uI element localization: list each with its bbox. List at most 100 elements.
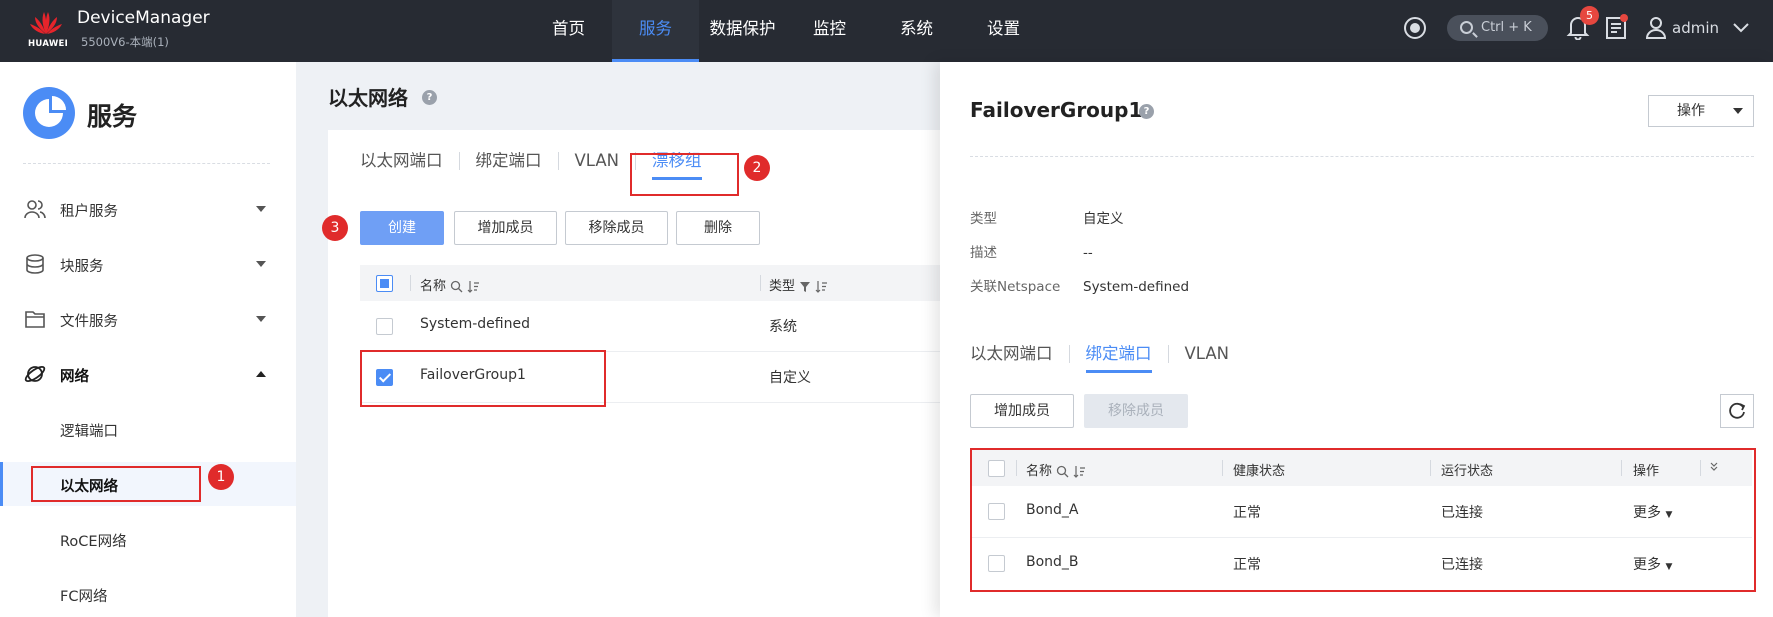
caret-down-icon: [256, 316, 266, 322]
delete-button[interactable]: 删除: [676, 211, 760, 245]
search-icon[interactable]: [450, 280, 463, 293]
smart-assistant-icon[interactable]: [1404, 17, 1426, 39]
caret-up-icon: [256, 371, 266, 377]
sidebar-item-block[interactable]: 块服务: [0, 242, 296, 286]
user-icon[interactable]: [1645, 16, 1667, 40]
table-row[interactable]: Bond_A 正常 已连接 更多 ▼: [972, 486, 1752, 538]
brand-wordmark: HUAWEI: [28, 39, 69, 49]
row-name: Bond_B: [1026, 554, 1079, 570]
filter-icon[interactable]: [799, 281, 811, 293]
sort-icon[interactable]: [1073, 465, 1086, 478]
task-alert-dot: [1620, 14, 1628, 22]
column-name[interactable]: 名称: [420, 275, 480, 294]
add-member-button[interactable]: 增加成员: [970, 394, 1074, 428]
main-nav: 首页 服务 数据保护 监控 系统 设置: [525, 0, 1047, 62]
detail-value: 自定义: [1083, 211, 1124, 227]
column-health[interactable]: 健康状态: [1233, 460, 1285, 479]
tab-bond-port[interactable]: 绑定端口: [1070, 345, 1169, 373]
sidebar-item-ethernet[interactable]: 以太网络: [0, 462, 296, 506]
device-name[interactable]: 5500V6-本端(1): [81, 34, 169, 50]
nav-system[interactable]: 系统: [873, 0, 960, 62]
help-icon[interactable]: ?: [1139, 104, 1154, 119]
row-more-link[interactable]: 更多 ▼: [1633, 502, 1672, 522]
detail-key: 类型: [970, 211, 997, 227]
table-row[interactable]: FailoverGroup1 自定义: [360, 352, 948, 403]
row-more-link[interactable]: 更多 ▼: [1633, 554, 1672, 574]
tab-failover-group[interactable]: 漂移组: [636, 152, 718, 180]
tab-vlan[interactable]: VLAN: [1169, 345, 1246, 363]
sidebar-item-label: 逻辑端口: [60, 424, 118, 440]
refresh-icon: [1729, 402, 1746, 419]
column-divider: [1016, 460, 1017, 476]
sidebar-item-roce[interactable]: RoCE网络: [0, 517, 296, 561]
column-name[interactable]: 名称: [1026, 460, 1086, 479]
create-button[interactable]: 创建: [360, 211, 444, 245]
add-member-button[interactable]: 增加成员: [454, 211, 557, 245]
chevrons-down-icon[interactable]: [1708, 461, 1720, 473]
table-row[interactable]: System-defined 系统: [360, 301, 948, 352]
row-checkbox[interactable]: [376, 369, 393, 386]
column-divider: [410, 275, 411, 291]
table-header: 名称 类型: [360, 265, 948, 301]
chevron-down-icon[interactable]: [1731, 20, 1751, 34]
tab-bar: 以太网端口 绑定端口 VLAN 漂移组: [360, 146, 718, 180]
caret-down-icon: ▼: [1665, 510, 1673, 520]
sidebar: 服务 租户服务 块服务 文件服务 网络 逻辑端口 以太网络 RoCE网络 FC网…: [0, 62, 296, 617]
search-icon: [1460, 21, 1473, 34]
select-all-checkbox[interactable]: [376, 275, 393, 292]
username[interactable]: admin: [1672, 19, 1719, 37]
sort-icon[interactable]: [467, 280, 480, 293]
column-divider: [1222, 460, 1223, 476]
column-type[interactable]: 类型: [769, 275, 828, 294]
sort-icon[interactable]: [815, 280, 828, 293]
remove-member-button[interactable]: 移除成员: [1084, 394, 1188, 428]
row-checkbox[interactable]: [988, 503, 1005, 520]
callout-1: 1: [208, 464, 234, 490]
column-running[interactable]: 运行状态: [1441, 460, 1493, 479]
sidebar-item-network[interactable]: 网络: [0, 352, 296, 396]
operation-label: 操作: [1677, 103, 1705, 119]
huawei-flower-icon: [30, 12, 62, 34]
sidebar-item-file[interactable]: 文件服务: [0, 297, 296, 341]
nav-services[interactable]: 服务: [612, 0, 699, 62]
operation-dropdown[interactable]: 操作: [1648, 95, 1754, 127]
callout-2: 2: [744, 155, 770, 181]
tab-bond-port[interactable]: 绑定端口: [460, 152, 559, 170]
row-checkbox[interactable]: [988, 555, 1005, 572]
services-pie-icon: [23, 87, 75, 139]
row-running: 已连接: [1441, 557, 1483, 573]
nav-settings[interactable]: 设置: [960, 0, 1047, 62]
row-type: 自定义: [769, 370, 811, 386]
sidebar-item-tenant[interactable]: 租户服务: [0, 187, 296, 231]
row-checkbox[interactable]: [376, 318, 393, 335]
column-type-label: 类型: [769, 279, 796, 294]
column-name-label: 名称: [420, 279, 447, 294]
global-search-button[interactable]: Ctrl + K: [1447, 15, 1548, 41]
tab-vlan[interactable]: VLAN: [559, 152, 636, 170]
drawer-table-header: 名称 健康状态 运行状态 操作: [972, 450, 1752, 486]
table-row[interactable]: Bond_B 正常 已连接 更多 ▼: [972, 538, 1752, 590]
detail-drawer: FailoverGroup1 ? 操作 类型 自定义 描述 -- 关联Netspac…: [940, 62, 1773, 617]
tenant-icon: [24, 200, 46, 219]
top-navigation-bar: HUAWEI DeviceManager 5500V6-本端(1) 首页 服务 …: [0, 0, 1773, 62]
row-name-link[interactable]: FailoverGroup1: [420, 367, 526, 383]
sidebar-item-logical-port[interactable]: 逻辑端口: [0, 407, 296, 451]
refresh-button[interactable]: [1720, 394, 1754, 428]
detail-type: 类型 自定义: [970, 207, 1124, 227]
remove-member-button[interactable]: 移除成员: [565, 211, 668, 245]
detail-key: 关联Netspace: [970, 279, 1061, 295]
nav-home[interactable]: 首页: [525, 0, 612, 62]
tab-ethernet-port[interactable]: 以太网端口: [360, 152, 460, 170]
sidebar-item-label: RoCE网络: [60, 534, 127, 550]
select-all-checkbox[interactable]: [988, 460, 1005, 477]
row-health: 正常: [1233, 557, 1261, 573]
nav-monitoring[interactable]: 监控: [786, 0, 873, 62]
huawei-logo: HUAWEI: [28, 9, 68, 51]
help-icon[interactable]: ?: [422, 90, 437, 105]
nav-data-protection[interactable]: 数据保护: [699, 0, 786, 62]
search-icon[interactable]: [1056, 465, 1069, 478]
tab-ethernet-port[interactable]: 以太网端口: [970, 345, 1070, 363]
row-name-link[interactable]: System-defined: [420, 316, 530, 332]
folder-icon: [25, 311, 45, 328]
sidebar-item-fc[interactable]: FC网络: [0, 572, 296, 616]
